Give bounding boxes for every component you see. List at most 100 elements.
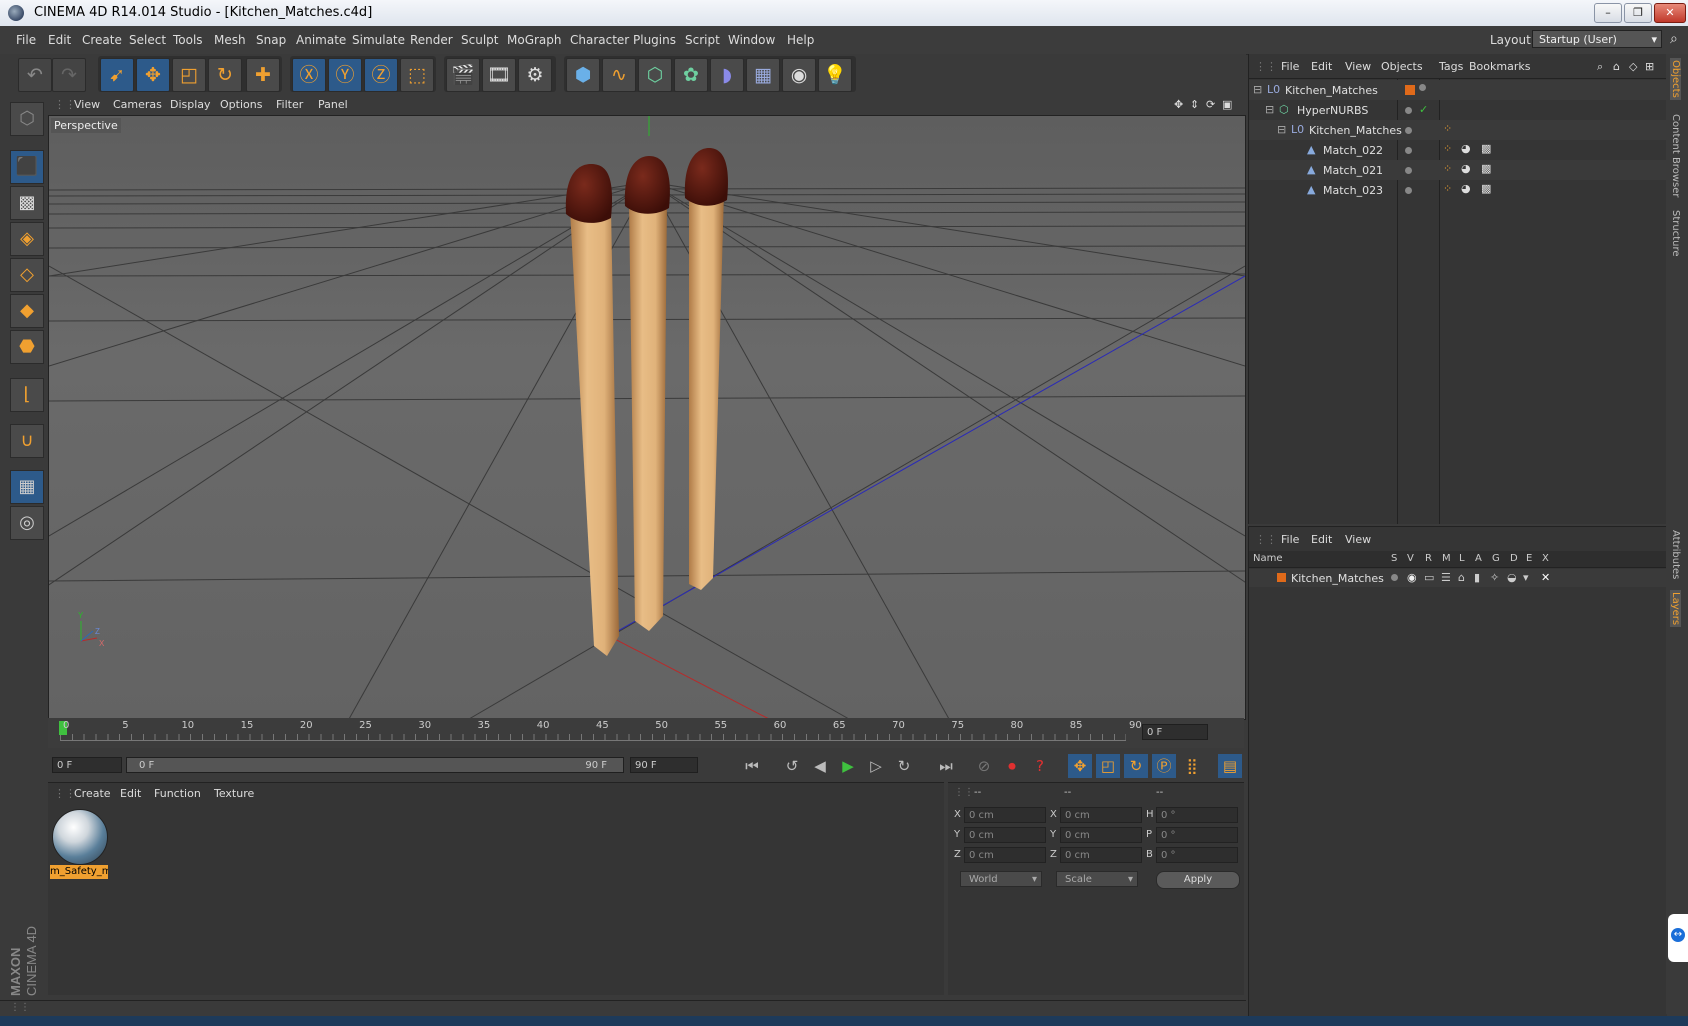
visibility-dot[interactable] [1405, 167, 1412, 174]
coord-p-field[interactable]: 0 ° [1156, 827, 1238, 843]
model-mode-icon[interactable]: ⬛ [10, 150, 44, 184]
layer-row[interactable]: Kitchen_Matches ◉ ▭ ☰ ⌂ ▮ ✧ ◒ ▾ ✕ [1249, 569, 1667, 587]
layer-generators-icon[interactable]: ✧ [1490, 571, 1499, 584]
layer-animation-icon[interactable]: ▮ [1474, 571, 1480, 584]
nurbs-icon[interactable]: ⬡ [638, 58, 672, 92]
viewport-menu-filter[interactable]: Filter [276, 98, 303, 111]
z-axis-lock-icon[interactable]: Ⓩ [364, 58, 398, 92]
keyframe-selection-icon[interactable]: ? [1028, 754, 1052, 778]
layer-manager-icon[interactable]: ☰ [1441, 571, 1451, 584]
menu-file[interactable]: File [16, 33, 36, 47]
tab-structure[interactable]: Structure [1670, 210, 1681, 257]
move-tool-icon[interactable]: ✥ [136, 58, 170, 92]
menu-script[interactable]: Script [685, 33, 720, 47]
layer-expressions-icon[interactable]: ▾ [1523, 571, 1529, 584]
objects-menu-file[interactable]: File [1281, 60, 1299, 73]
visibility-dot[interactable] [1405, 127, 1412, 134]
tab-layers[interactable]: Layers [1670, 590, 1681, 628]
objects-menu-tags[interactable]: Tags [1439, 60, 1463, 73]
visibility-dot[interactable] [1405, 147, 1412, 154]
material-tag-icon[interactable]: ◕ [1461, 162, 1471, 175]
menu-mesh[interactable]: Mesh [214, 33, 246, 47]
timeline-ruler[interactable]: 0 5 10 15 20 25 30 35 40 45 50 55 60 65 70 75 80 85 90 0 F [48, 718, 1244, 748]
visibility-dot[interactable] [1419, 84, 1426, 91]
next-frame-icon[interactable]: ▷ [864, 754, 888, 778]
render-picture-viewer-icon[interactable]: 🎞 [482, 58, 516, 92]
menu-tools[interactable]: Tools [173, 33, 203, 47]
axis-mode-icon[interactable]: ⌊ [10, 378, 44, 412]
visibility-dot[interactable] [1405, 187, 1412, 194]
magnet-icon[interactable]: ∪ [10, 424, 44, 458]
layer-xref-icon[interactable]: ✕ [1541, 571, 1550, 584]
cube-object-icon[interactable]: ⬢ [566, 58, 600, 92]
recent-tool-icon[interactable]: ✚ [246, 58, 280, 92]
tab-objects[interactable]: Objects [1670, 58, 1681, 100]
layer-color-swatch[interactable] [1277, 573, 1286, 582]
viewport-perspective[interactable]: Y Z X Perspective [48, 115, 1246, 720]
coord-px-field[interactable]: 0 cm [964, 807, 1046, 823]
render-view-icon[interactable]: 🎬 [446, 58, 480, 92]
tree-row-match-022[interactable]: ▲ Match_022 ⁘ ◕ ▩ [1249, 140, 1667, 160]
layers-menu-file[interactable]: File [1281, 533, 1299, 546]
y-axis-lock-icon[interactable]: Ⓨ [328, 58, 362, 92]
polygons-mode-icon[interactable]: ⬣ [10, 330, 44, 364]
menu-create[interactable]: Create [82, 33, 122, 47]
coord-b-field[interactable]: 0 ° [1156, 847, 1238, 863]
layer-lock-icon[interactable]: ⌂ [1458, 571, 1465, 584]
phong-tag-icon[interactable]: ⁘ [1443, 142, 1452, 155]
goto-end-icon[interactable]: ⏭ [934, 754, 958, 778]
menu-snap[interactable]: Snap [256, 33, 286, 47]
minimize-button[interactable]: – [1594, 3, 1622, 23]
coord-h-field[interactable]: 0 ° [1156, 807, 1238, 823]
restore-button[interactable]: ❐ [1624, 3, 1652, 23]
objects-search-icon[interactable]: ⌕ [1597, 60, 1603, 74]
coordinate-system-icon[interactable]: ⬚ [400, 58, 434, 92]
viewport-menu-view[interactable]: View [74, 98, 100, 111]
menu-plugins[interactable]: Plugins [633, 33, 676, 47]
material-tag-icon[interactable]: ◕ [1461, 182, 1471, 195]
tree-row-kitchen-matches-root[interactable]: ⊟ L0 Kitchen_Matches [1249, 80, 1667, 100]
viewport-menu-options[interactable]: Options [220, 98, 262, 111]
texture-mode-icon[interactable]: ▩ [10, 186, 44, 220]
undo-button[interactable]: ↶ [18, 58, 52, 92]
scale-tool-icon[interactable]: ◰ [172, 58, 206, 92]
teamviewer-widget[interactable]: ↔ [1668, 914, 1688, 962]
layers-menu-edit[interactable]: Edit [1311, 533, 1332, 546]
viewport-maximize-icon[interactable]: ▣ [1222, 98, 1232, 111]
expand-icon[interactable]: ⊟ [1265, 103, 1274, 116]
x-axis-lock-icon[interactable]: Ⓧ [292, 58, 326, 92]
viewport-menu-cameras[interactable]: Cameras [113, 98, 162, 111]
viewport-move-icon[interactable]: ✥ [1174, 98, 1183, 111]
expand-icon[interactable]: ⊟ [1277, 123, 1286, 136]
material-menu-create[interactable]: Create [74, 787, 111, 800]
uvw-tag-icon[interactable]: ▩ [1481, 182, 1491, 195]
col-animation[interactable]: A [1475, 553, 1482, 564]
layer-solo-dot[interactable] [1391, 574, 1398, 581]
menu-simulate[interactable]: Simulate [352, 33, 405, 47]
col-manager[interactable]: M [1442, 553, 1451, 564]
col-view[interactable]: V [1407, 553, 1414, 564]
coord-py-field[interactable]: 0 cm [964, 827, 1046, 843]
make-editable-icon[interactable]: ⬡ [10, 102, 44, 136]
visibility-dot[interactable] [1405, 107, 1412, 114]
key-position-icon[interactable]: ✥ [1068, 754, 1092, 778]
coord-pz-field[interactable]: 0 cm [964, 847, 1046, 863]
workplane-mode-icon[interactable]: ◈ [10, 222, 44, 256]
layer-render-icon[interactable]: ▭ [1424, 571, 1434, 584]
col-name[interactable]: Name [1253, 553, 1283, 564]
coord-sy-field[interactable]: 0 cm [1060, 827, 1142, 843]
tree-row-hypernurbs[interactable]: ⊟ ⬡ HyperNURBS ✓ [1249, 100, 1667, 120]
expand-icon[interactable]: ⊟ [1253, 83, 1262, 96]
record-keys-icon[interactable]: ⊘ [972, 754, 996, 778]
objects-menu-edit[interactable]: Edit [1311, 60, 1332, 73]
rotate-tool-icon[interactable]: ↻ [208, 58, 242, 92]
layout-select[interactable]: Startup (User) ▾ [1532, 30, 1662, 48]
col-xref[interactable]: X [1542, 553, 1549, 564]
snap-settings-icon[interactable]: ◎ [10, 506, 44, 540]
menu-sculpt[interactable]: Sculpt [461, 33, 498, 47]
tree-row-match-021[interactable]: ▲ Match_021 ⁘ ◕ ▩ [1249, 160, 1667, 180]
camera-icon[interactable]: ◉ [782, 58, 816, 92]
close-button[interactable]: ✕ [1654, 3, 1686, 23]
tab-attributes[interactable]: Attributes [1670, 530, 1681, 579]
light-icon[interactable]: 💡 [818, 58, 852, 92]
